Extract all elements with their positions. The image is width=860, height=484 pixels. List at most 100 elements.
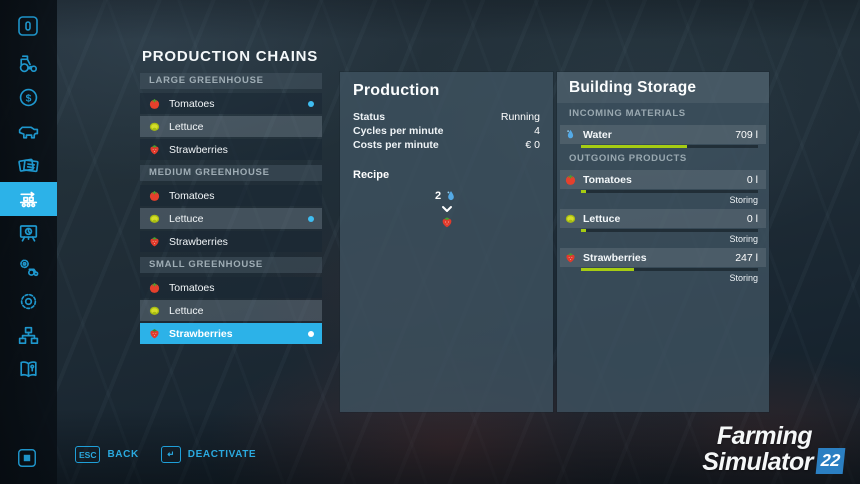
enter-key-badge: ↵ bbox=[161, 446, 181, 463]
active-production-dot bbox=[308, 101, 314, 107]
sidebar-tab-settings[interactable] bbox=[0, 284, 57, 318]
svg-text:$: $ bbox=[26, 93, 32, 104]
contracts-icon bbox=[16, 153, 41, 178]
list-item-label: Strawberries bbox=[169, 144, 314, 156]
production-chains-icon bbox=[16, 187, 41, 212]
finances-icon: $ bbox=[16, 85, 41, 110]
sidebar-tab-finances[interactable]: $ bbox=[0, 80, 57, 114]
page-title: PRODUCTION CHAINS bbox=[142, 48, 318, 65]
esc-key-badge: ESC bbox=[75, 446, 100, 463]
production-details: Status Running Cycles per minute 4 Costs… bbox=[353, 110, 540, 152]
storage-status: Storing bbox=[560, 271, 766, 285]
list-item-small-tomatoes[interactable]: Tomatoes bbox=[140, 277, 322, 298]
storage-item-label: Lettuce bbox=[583, 213, 747, 225]
sidebar-tab-production-chains[interactable] bbox=[0, 182, 57, 216]
lettuce-icon bbox=[148, 304, 161, 317]
storage-row-lettuce: Lettuce 0 l Storing bbox=[560, 209, 766, 246]
lettuce-icon bbox=[148, 212, 161, 225]
cycles-value: 4 bbox=[534, 124, 540, 138]
storage-fill-bar bbox=[581, 145, 758, 148]
costs-label: Costs per minute bbox=[353, 138, 439, 152]
storage-row-water: Water 709 l bbox=[560, 125, 766, 148]
help-book-icon bbox=[16, 357, 41, 382]
storage-row-band: Tomatoes 0 l bbox=[560, 170, 766, 189]
section-header-small-greenhouse: SMALL GREENHOUSE bbox=[140, 257, 322, 273]
sidebar-tab-vehicles[interactable] bbox=[0, 46, 57, 80]
list-item-label: Lettuce bbox=[169, 213, 308, 225]
tomato-icon bbox=[148, 281, 161, 294]
lettuce-icon bbox=[148, 120, 161, 133]
list-item-large-tomatoes[interactable]: Tomatoes bbox=[140, 93, 322, 114]
tractor-icon bbox=[16, 51, 41, 76]
list-item-label: Strawberries bbox=[169, 236, 314, 248]
strawberry-icon bbox=[148, 235, 161, 248]
active-production-dot bbox=[308, 331, 314, 337]
garage-icon bbox=[16, 255, 41, 280]
deactivate-button[interactable]: ↵ DEACTIVATE bbox=[161, 446, 256, 463]
sidebar-tab-garage[interactable] bbox=[0, 250, 57, 284]
production-status-row: Status Running bbox=[353, 110, 540, 124]
production-costs-row: Costs per minute € 0 bbox=[353, 138, 540, 152]
storage-item-label: Strawberries bbox=[583, 252, 735, 264]
incoming-materials-header: INCOMING MATERIALS bbox=[557, 106, 769, 121]
list-item-large-strawberries[interactable]: Strawberries bbox=[140, 139, 322, 160]
recipe-heading: Recipe bbox=[353, 169, 540, 181]
production-chains-list: LARGE GREENHOUSE Tomatoes Lettuce Strawb… bbox=[140, 73, 322, 346]
building-storage-panel: Building Storage INCOMING MATERIALS Wate… bbox=[557, 72, 769, 412]
list-item-medium-lettuce[interactable]: Lettuce bbox=[140, 208, 322, 229]
sidebar-tab-animals[interactable] bbox=[0, 114, 57, 148]
tomato-icon bbox=[148, 97, 161, 110]
logo-line1: Farming bbox=[717, 425, 812, 448]
section-header-medium-greenhouse: MEDIUM GREENHOUSE bbox=[140, 165, 322, 181]
list-item-medium-tomatoes[interactable]: Tomatoes bbox=[140, 185, 322, 206]
strawberry-icon bbox=[148, 327, 161, 340]
cycles-label: Cycles per minute bbox=[353, 124, 443, 138]
sidebar-tab-contracts[interactable] bbox=[0, 148, 57, 182]
list-item-label: Lettuce bbox=[169, 305, 314, 317]
storage-fill-bar bbox=[581, 190, 758, 193]
lettuce-icon bbox=[564, 212, 577, 225]
section-header-large-greenhouse: LARGE GREENHOUSE bbox=[140, 73, 322, 89]
storage-row-band: Water 709 l bbox=[560, 125, 766, 144]
list-item-label: Tomatoes bbox=[169, 282, 314, 294]
costs-value: € 0 bbox=[525, 138, 540, 152]
chevron-down-icon bbox=[441, 205, 453, 213]
sidebar-tabs: $ bbox=[0, 46, 57, 386]
storage-item-label: Tomatoes bbox=[583, 174, 747, 186]
production-panel-title: Production bbox=[353, 82, 540, 100]
storage-status: Storing bbox=[560, 193, 766, 207]
recipe-flow: 2 bbox=[353, 189, 540, 229]
active-production-dot bbox=[308, 216, 314, 222]
water-drop-icon bbox=[564, 128, 577, 141]
list-item-large-lettuce[interactable]: Lettuce bbox=[140, 116, 322, 137]
deactivate-label: DEACTIVATE bbox=[188, 449, 256, 460]
storage-item-amount: 247 l bbox=[735, 252, 758, 264]
storage-item-amount: 709 l bbox=[735, 129, 758, 141]
storage-row-band: Strawberries 247 l bbox=[560, 248, 766, 267]
storage-row-strawberries: Strawberries 247 l Storing bbox=[560, 248, 766, 285]
back-label: BACK bbox=[107, 449, 138, 460]
back-button[interactable]: ESC BACK bbox=[75, 446, 139, 463]
recipe-input: 2 bbox=[435, 189, 458, 203]
sidebar-tab-help[interactable] bbox=[0, 352, 57, 386]
storage-item-amount: 0 l bbox=[747, 213, 758, 225]
list-item-label: Tomatoes bbox=[169, 98, 308, 110]
list-item-small-lettuce[interactable]: Lettuce bbox=[140, 300, 322, 321]
storage-fill-bar bbox=[581, 229, 758, 232]
menu-sidebar: $ bbox=[0, 0, 57, 484]
logo-22-badge: 22 bbox=[816, 448, 846, 474]
list-item-small-strawberries-selected[interactable]: Strawberries bbox=[140, 323, 322, 344]
logo-line2: Simulator bbox=[702, 450, 813, 474]
sidebar-tab-statistics[interactable] bbox=[0, 216, 57, 250]
list-item-medium-strawberries[interactable]: Strawberries bbox=[140, 231, 322, 252]
storage-row-band: Lettuce 0 l bbox=[560, 209, 766, 228]
status-value: Running bbox=[501, 110, 540, 124]
list-item-label: Tomatoes bbox=[169, 190, 314, 202]
storage-item-amount: 0 l bbox=[747, 174, 758, 186]
status-label: Status bbox=[353, 110, 385, 124]
storage-row-tomatoes: Tomatoes 0 l Storing bbox=[560, 170, 766, 207]
storage-status: Storing bbox=[560, 232, 766, 246]
list-item-label: Lettuce bbox=[169, 121, 314, 133]
sidebar-tab-relations[interactable] bbox=[0, 318, 57, 352]
outgoing-products-header: OUTGOING PRODUCTS bbox=[557, 151, 769, 166]
